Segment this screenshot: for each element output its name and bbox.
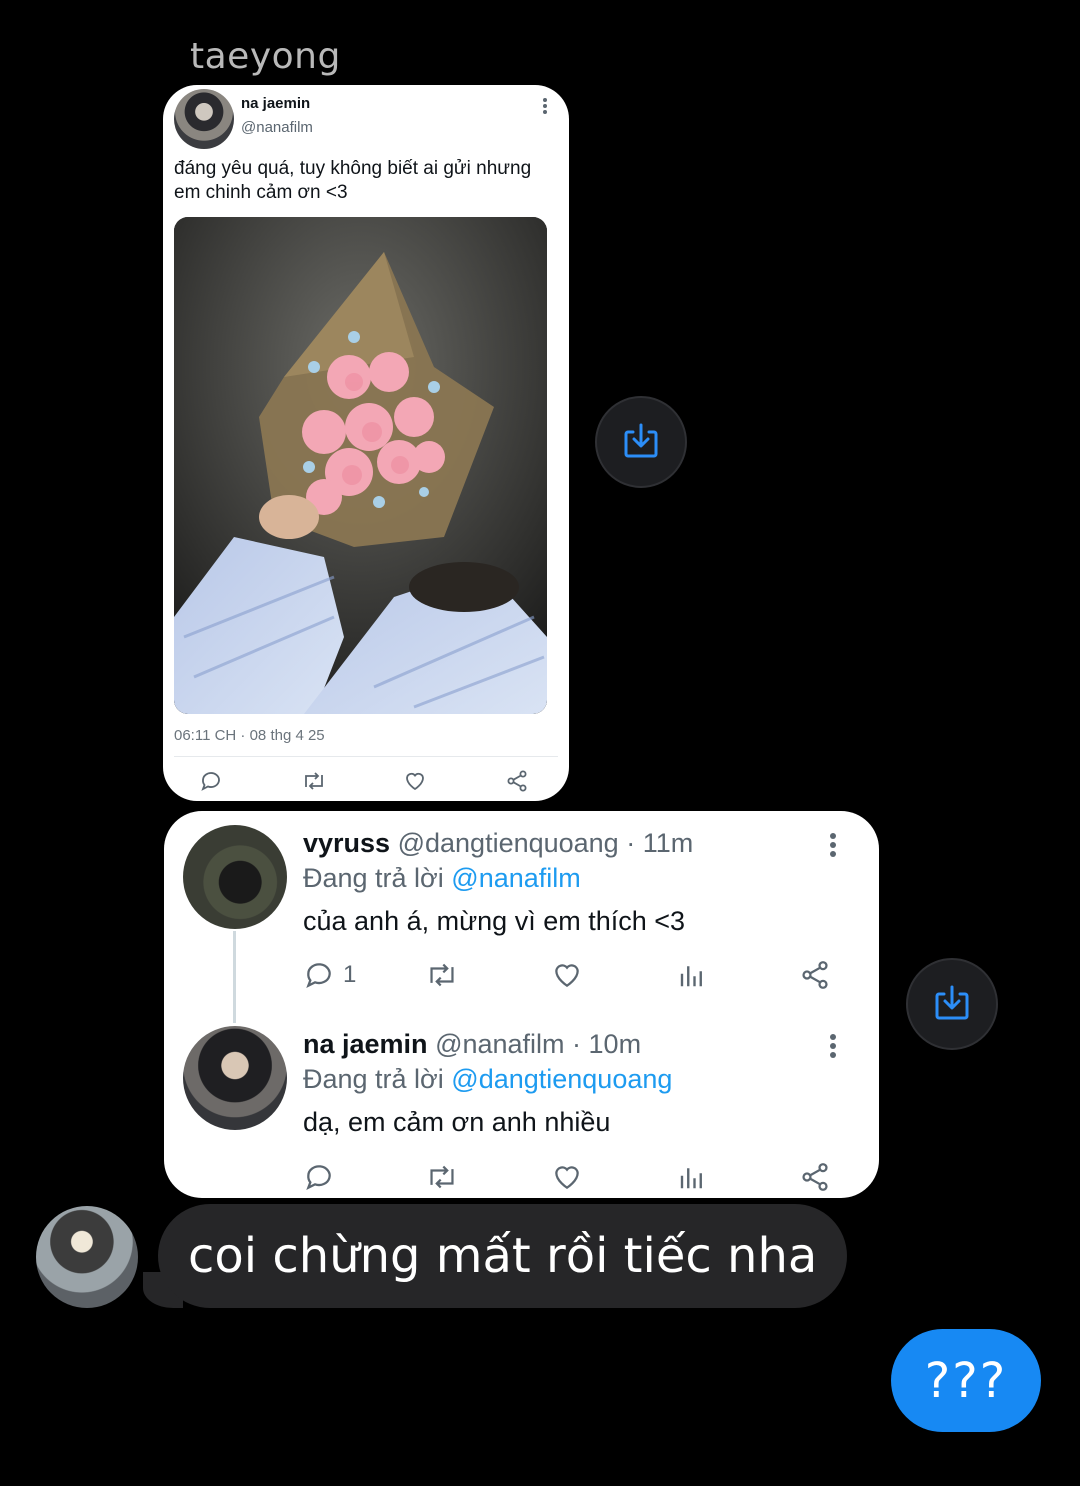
reply-time: · 11m [626,828,694,858]
tweet-display-name: na jaemin [241,95,311,112]
reply-actions [303,1161,843,1195]
more-options-icon[interactable] [830,833,838,860]
tweet-timestamp: 06:11 CH · 08 thg 4 25 [174,727,325,744]
reply-icon[interactable] [303,1161,335,1198]
retweet-icon[interactable] [301,769,329,797]
sender-avatar[interactable] [36,1206,138,1308]
analytics-icon[interactable] [677,1161,707,1198]
analytics-icon[interactable] [677,959,707,996]
reply-display-name: vyruss [303,828,391,858]
reply-time: · 10m [572,1029,642,1059]
divider [174,756,558,757]
shared-tweet-card[interactable]: na jaemin @nanafilm đáng yêu quá, tuy kh… [163,85,569,801]
tweet-actions [199,769,535,799]
thread-connector [233,931,236,1023]
reply-display-name: na jaemin [303,1029,428,1059]
tweet-text: đáng yêu quá, tuy không biết ai gửi nhưn… [174,158,532,203]
more-options-icon[interactable] [540,97,550,115]
reply-handle: @nanafilm [435,1029,565,1059]
retweet-icon[interactable] [425,959,459,996]
shared-thread-card[interactable]: vyruss @dangtienquoang · 11m Đang trả lờ… [164,811,879,1198]
reply-actions: 1 [303,959,843,993]
reply-text: của anh á, mừng vì em thích <3 [303,906,686,936]
replying-to-prefix: Đang trả lời [303,1064,444,1094]
replying-to-mention[interactable]: @nanafilm [451,863,580,893]
like-icon[interactable] [551,959,583,996]
reply-header: na jaemin @nanafilm · 10m [303,1029,641,1060]
replying-to-mention[interactable]: @dangtienquoang [451,1064,672,1094]
avatar[interactable] [183,825,287,929]
avatar[interactable] [183,1026,287,1130]
like-icon[interactable] [551,1161,583,1198]
incoming-message-bubble[interactable]: coi chừng mất rồi tiếc nha [158,1204,848,1308]
replying-to: Đang trả lời @nanafilm [303,863,581,894]
replying-to-prefix: Đang trả lời [303,863,444,893]
tweet-handle: @nanafilm [241,119,313,136]
share-icon[interactable] [799,959,831,996]
reply-count: 1 [343,961,357,988]
share-icon[interactable] [799,1161,831,1198]
reply-handle: @dangtienquoang [397,828,619,858]
like-icon[interactable] [403,769,431,797]
tweet-photo-flower-bouquet[interactable] [174,217,547,714]
save-download-button[interactable] [595,396,687,488]
reply-icon[interactable] [199,769,227,797]
replying-to: Đang trả lời @dangtienquoang [303,1064,672,1095]
reply-text: dạ, em cảm ơn anh nhiều [303,1107,611,1137]
more-options-icon[interactable] [830,1034,838,1061]
download-icon [935,985,969,1020]
retweet-icon[interactable] [425,1161,459,1198]
avatar[interactable] [174,89,234,149]
outgoing-message-bubble[interactable]: ??? [891,1329,1041,1432]
save-download-button[interactable] [906,958,998,1050]
sender-name: taeyong [190,36,341,77]
reply-icon[interactable] [303,959,335,996]
download-icon [624,423,658,458]
share-icon[interactable] [505,769,533,797]
reply-header: vyruss @dangtienquoang · 11m [303,828,693,859]
